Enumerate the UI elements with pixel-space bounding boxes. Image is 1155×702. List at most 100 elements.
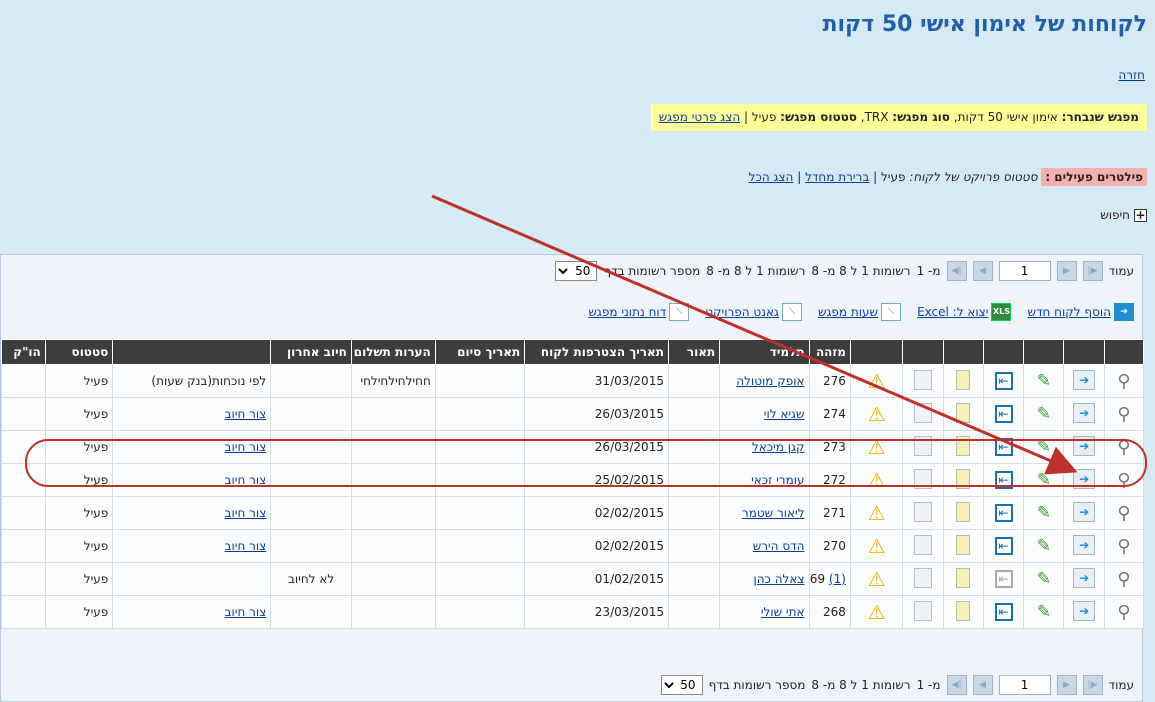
col-last-charge[interactable]: חיוב אחרון bbox=[270, 339, 352, 365]
history-cell[interactable] bbox=[902, 529, 944, 563]
document-arrow-icon[interactable] bbox=[1073, 600, 1096, 621]
document-arrow-icon[interactable] bbox=[1073, 567, 1096, 588]
notepad-icon[interactable] bbox=[956, 435, 971, 456]
document-arrow-icon[interactable] bbox=[1073, 369, 1096, 390]
first-page-icon[interactable]: ▶| bbox=[1082, 675, 1103, 695]
pencil-icon[interactable]: ✎ bbox=[1037, 470, 1051, 490]
create-charge-link[interactable]: צור חיוב bbox=[225, 440, 267, 454]
per-page-select[interactable]: 50 bbox=[660, 675, 703, 695]
pencil-icon[interactable]: ✎ bbox=[1037, 404, 1051, 424]
student-link[interactable]: אופק מוטולה bbox=[736, 374, 804, 388]
enter-icon[interactable]: ⇤ bbox=[994, 405, 1013, 423]
document-arrow-icon[interactable] bbox=[1073, 435, 1096, 456]
create-charge-link[interactable]: צור חיוב bbox=[225, 539, 267, 553]
alert-count-link[interactable]: (1) bbox=[829, 572, 846, 586]
notepad-icon[interactable] bbox=[956, 501, 971, 522]
enter-cell[interactable]: ⇤ bbox=[982, 364, 1025, 398]
notes-cell[interactable] bbox=[942, 496, 984, 530]
document-arrow-icon[interactable] bbox=[1073, 501, 1096, 522]
col-student[interactable]: תלמיד bbox=[719, 339, 810, 365]
assign-cell[interactable] bbox=[1063, 529, 1105, 563]
magnifier-icon[interactable]: ⚲ bbox=[1117, 569, 1130, 590]
clock-document-icon[interactable] bbox=[913, 402, 932, 423]
pencil-icon[interactable]: ✎ bbox=[1037, 536, 1051, 556]
notepad-icon[interactable] bbox=[956, 468, 971, 489]
notes-cell[interactable] bbox=[942, 562, 984, 596]
col-id[interactable]: מזהה bbox=[808, 339, 851, 365]
clock-document-icon[interactable] bbox=[913, 501, 932, 522]
pencil-icon[interactable]: ✎ bbox=[1037, 503, 1051, 523]
enter-cell[interactable]: ⇤ bbox=[982, 562, 1025, 596]
page-number-input[interactable] bbox=[998, 261, 1051, 281]
history-cell[interactable] bbox=[902, 364, 944, 398]
document-arrow-icon[interactable] bbox=[1073, 468, 1096, 489]
next-page-icon[interactable]: ▶ bbox=[1056, 261, 1077, 281]
col-status[interactable]: סטטוס bbox=[44, 339, 114, 365]
edit-cell[interactable]: ✎ bbox=[1023, 496, 1065, 530]
default-filter-link[interactable]: ברירת מחדל bbox=[805, 170, 869, 184]
notes-cell[interactable] bbox=[942, 463, 984, 497]
pencil-icon[interactable]: ✎ bbox=[1037, 602, 1051, 622]
view-cell[interactable]: ⚲ bbox=[1103, 430, 1145, 464]
create-charge-link[interactable]: צור חיוב bbox=[225, 605, 267, 619]
history-cell[interactable] bbox=[902, 595, 944, 629]
history-cell[interactable] bbox=[902, 397, 944, 431]
enter-cell[interactable]: ⇤ bbox=[982, 496, 1025, 530]
notepad-icon[interactable] bbox=[956, 402, 971, 423]
student-link[interactable]: קגן מיכאל bbox=[752, 440, 805, 454]
enter-icon[interactable]: ⇤ bbox=[994, 471, 1013, 489]
notepad-icon[interactable] bbox=[956, 567, 971, 588]
clock-document-icon[interactable] bbox=[913, 369, 932, 390]
history-cell[interactable] bbox=[902, 463, 944, 497]
edit-cell[interactable]: ✎ bbox=[1023, 430, 1065, 464]
edit-cell[interactable]: ✎ bbox=[1023, 397, 1065, 431]
last-page-icon[interactable]: |◀ bbox=[946, 261, 967, 281]
col-hk[interactable]: הו"ק bbox=[1, 339, 46, 365]
prev-page-icon[interactable]: ◀ bbox=[972, 675, 993, 695]
enter-cell[interactable]: ⇤ bbox=[982, 595, 1025, 629]
clock-document-icon[interactable] bbox=[913, 567, 932, 588]
pencil-icon[interactable]: ✎ bbox=[1037, 371, 1051, 391]
first-page-icon[interactable]: ▶| bbox=[1082, 261, 1103, 281]
last-page-icon[interactable]: |◀ bbox=[946, 675, 967, 695]
show-all-link[interactable]: הצג הכל bbox=[749, 170, 794, 184]
show-meeting-details-link[interactable]: הצג פרטי מפגש bbox=[659, 110, 740, 124]
col-payment-notes[interactable]: הערות תשלום bbox=[350, 339, 436, 365]
clock-document-icon[interactable] bbox=[913, 468, 932, 489]
pencil-icon[interactable]: ✎ bbox=[1037, 569, 1051, 589]
enter-icon[interactable]: ⇤ bbox=[994, 537, 1013, 555]
magnifier-icon[interactable]: ⚲ bbox=[1117, 371, 1130, 392]
view-cell[interactable]: ⚲ bbox=[1103, 595, 1145, 629]
enter-cell[interactable]: ⇤ bbox=[982, 463, 1025, 497]
assign-cell[interactable] bbox=[1063, 496, 1105, 530]
history-cell[interactable] bbox=[902, 562, 944, 596]
assign-cell[interactable] bbox=[1063, 595, 1105, 629]
pencil-icon[interactable]: ✎ bbox=[1037, 437, 1051, 457]
notes-cell[interactable] bbox=[942, 529, 984, 563]
notes-cell[interactable] bbox=[942, 430, 984, 464]
enter-cell[interactable]: ⇤ bbox=[982, 397, 1025, 431]
view-cell[interactable]: ⚲ bbox=[1103, 463, 1145, 497]
meeting-report-button[interactable]: ⟋ דוח נתוני מפגש bbox=[588, 303, 690, 321]
view-cell[interactable]: ⚲ bbox=[1103, 496, 1145, 530]
enter-cell[interactable]: ⇤ bbox=[982, 430, 1025, 464]
prev-page-icon[interactable]: ◀ bbox=[972, 261, 993, 281]
clock-document-icon[interactable] bbox=[913, 435, 932, 456]
magnifier-icon[interactable]: ⚲ bbox=[1117, 404, 1130, 425]
edit-cell[interactable]: ✎ bbox=[1023, 595, 1065, 629]
student-link[interactable]: ליאור שטמר bbox=[742, 506, 805, 520]
per-page-select[interactable]: 50 bbox=[555, 261, 598, 281]
notes-cell[interactable] bbox=[942, 595, 984, 629]
enter-icon[interactable]: ⇤ bbox=[994, 570, 1013, 588]
assign-cell[interactable] bbox=[1063, 463, 1105, 497]
student-link[interactable]: עומרי זכאי bbox=[751, 473, 804, 487]
student-link[interactable]: הדס הירש bbox=[753, 539, 805, 553]
notepad-icon[interactable] bbox=[956, 369, 971, 390]
clock-document-icon[interactable] bbox=[913, 600, 932, 621]
col-description[interactable]: תאור bbox=[667, 339, 721, 365]
meeting-hours-button[interactable]: ⟋ שעות מפגש bbox=[818, 303, 902, 321]
magnifier-icon[interactable]: ⚲ bbox=[1117, 437, 1130, 458]
create-charge-link[interactable]: צור חיוב bbox=[225, 473, 267, 487]
back-link[interactable]: חזרה bbox=[1118, 68, 1145, 82]
edit-cell[interactable]: ✎ bbox=[1023, 364, 1065, 398]
